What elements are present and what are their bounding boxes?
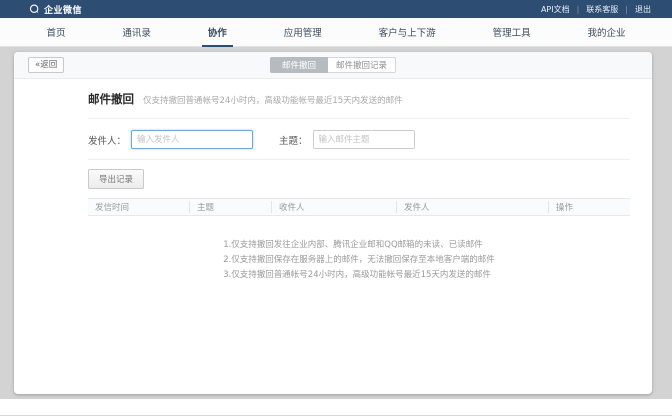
api-docs-link[interactable]: API文档 [534,4,577,15]
search-form: 发件人： 主题： [88,130,630,149]
column-subject: 主题 [189,201,271,213]
note-line-1: 1.仅支持撤回发往企业内部、腾讯企业邮和QQ邮箱的未读、已读邮件 [223,238,495,253]
topbar-links: API文档 | 联系客服 | 退出 [534,4,658,15]
nav-item-home[interactable]: 首页 [40,18,71,47]
table-header: 发信时间 主题 收件人 发件人 操作 [88,198,630,216]
nav-item-contacts[interactable]: 通讯录 [116,18,157,47]
recall-rules-notes: 1.仅支持撤回发往企业内部、腾讯企业邮和QQ邮箱的未读、已读邮件 2.仅支持撤回… [223,238,495,283]
column-recipient: 收件人 [271,201,396,213]
brand-name: 企业微信 [44,3,82,16]
top-bar: 企业微信 API文档 | 联系客服 | 退出 [0,0,672,18]
sender-input[interactable] [131,130,253,149]
column-sender: 发件人 [396,201,548,213]
logout-link[interactable]: 退出 [628,4,658,15]
panel-content: 邮件撤回 仅支持撤回普通帐号24小时内，高级功能帐号最近15天内发送的邮件 发件… [14,91,652,283]
contact-support-link[interactable]: 联系客服 [579,4,625,15]
tab-mail-recall[interactable]: 邮件撤回 [270,57,328,73]
sender-label: 发件人： [88,133,126,147]
note-line-2: 2.仅支持撤回保存在服务器上的邮件，无法撤回保存至本地客户端的邮件 [223,253,495,268]
divider [88,118,630,119]
column-action: 操作 [548,201,630,213]
page-title: 邮件撤回 [88,91,134,107]
nav-item-admin-tools[interactable]: 管理工具 [487,18,537,47]
note-line-3: 3.仅支持撤回普通帐号24小时内，高级功能帐号最近15天内发送的邮件 [223,268,495,283]
mail-recall-panel: «返回 邮件撤回 邮件撤回记录 邮件撤回 仅支持撤回普通帐号24小时内，高级功能… [14,52,652,394]
panel-tab-group: 邮件撤回 邮件撤回记录 [270,57,396,73]
page-subtitle: 仅支持撤回普通帐号24小时内，高级功能帐号最近15天内发送的邮件 [143,94,403,106]
nav-item-my-company[interactable]: 我的企业 [581,18,631,47]
column-send-time: 发信时间 [88,201,189,213]
nav-item-customers[interactable]: 客户与上下游 [373,18,442,47]
tab-mail-recall-records[interactable]: 邮件撤回记录 [328,57,396,73]
title-row: 邮件撤回 仅支持撤回普通帐号24小时内，高级功能帐号最近15天内发送的邮件 [88,91,630,107]
subject-input[interactable] [313,130,415,149]
main-nav: 首页 通讯录 协作 应用管理 客户与上下游 管理工具 我的企业 [0,18,672,47]
panel-header: «返回 邮件撤回 邮件撤回记录 [14,52,652,79]
nav-item-app-management[interactable]: 应用管理 [278,18,328,47]
window-bottom-edge [0,415,672,416]
nav-item-collaboration[interactable]: 协作 [202,18,233,47]
subject-label: 主题： [279,133,308,147]
brand: 企业微信 [29,3,82,16]
back-button[interactable]: «返回 [28,57,64,73]
export-records-button[interactable]: 导出记录 [88,169,144,189]
wechat-work-logo-icon [29,4,40,15]
